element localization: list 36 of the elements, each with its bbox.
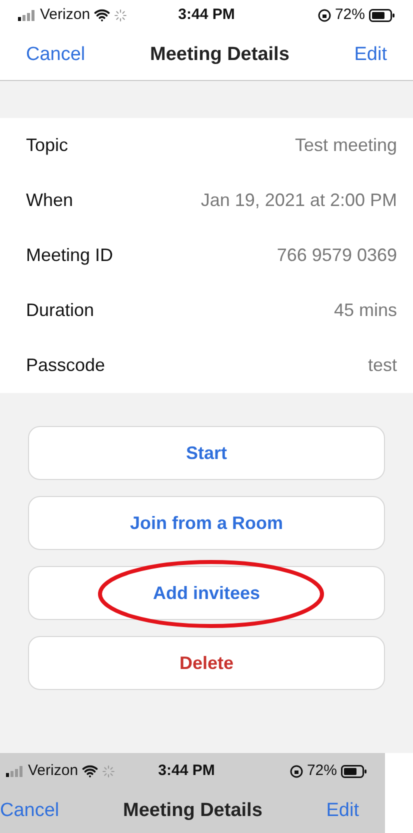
carrier-name: Verizon [28,760,78,781]
detail-label: Duration [26,299,94,322]
action-button[interactable]: Start [28,426,385,480]
action-button[interactable]: Join from a Room [28,496,385,550]
battery-icon [368,8,395,22]
battery-percent: 72% [334,4,365,25]
detail-label: Passcode [26,354,106,377]
loading-icon [102,764,116,778]
status-time: 3:44 PM [178,4,235,25]
detail-value: 45 mins [334,299,397,322]
battery-icon [340,764,367,778]
detail-label: Meeting ID [26,244,114,267]
cancel-button[interactable]: Cancel [0,796,60,826]
edit-button[interactable]: Edit [354,40,387,70]
rotation-lock-icon [290,764,303,778]
detail-value: Test meeting [294,134,397,157]
loading-icon [114,8,128,22]
rotation-lock-icon [318,8,331,22]
edit-button[interactable]: Edit [326,796,359,826]
wifi-icon [82,763,98,779]
action-button[interactable]: Add invitees [28,566,385,620]
detail-value: test [368,354,397,377]
signal-icon [18,10,36,20]
carrier-name: Verizon [40,4,90,25]
status-time: 3:44 PM [158,760,215,781]
screen-title: Meeting Details [123,798,262,823]
detail-label: When [26,189,74,212]
detail-value: Jan 19, 2021 at 2:00 PM [200,189,397,212]
cancel-button[interactable]: Cancel [26,40,86,70]
screen-title: Meeting Details [150,42,290,67]
signal-icon [6,766,24,776]
action-button[interactable]: Delete [28,636,385,690]
detail-value: 766 9579 0369 [276,244,397,267]
wifi-icon [94,7,110,23]
detail-label: Topic [26,134,68,157]
battery-percent: 72% [306,760,337,781]
